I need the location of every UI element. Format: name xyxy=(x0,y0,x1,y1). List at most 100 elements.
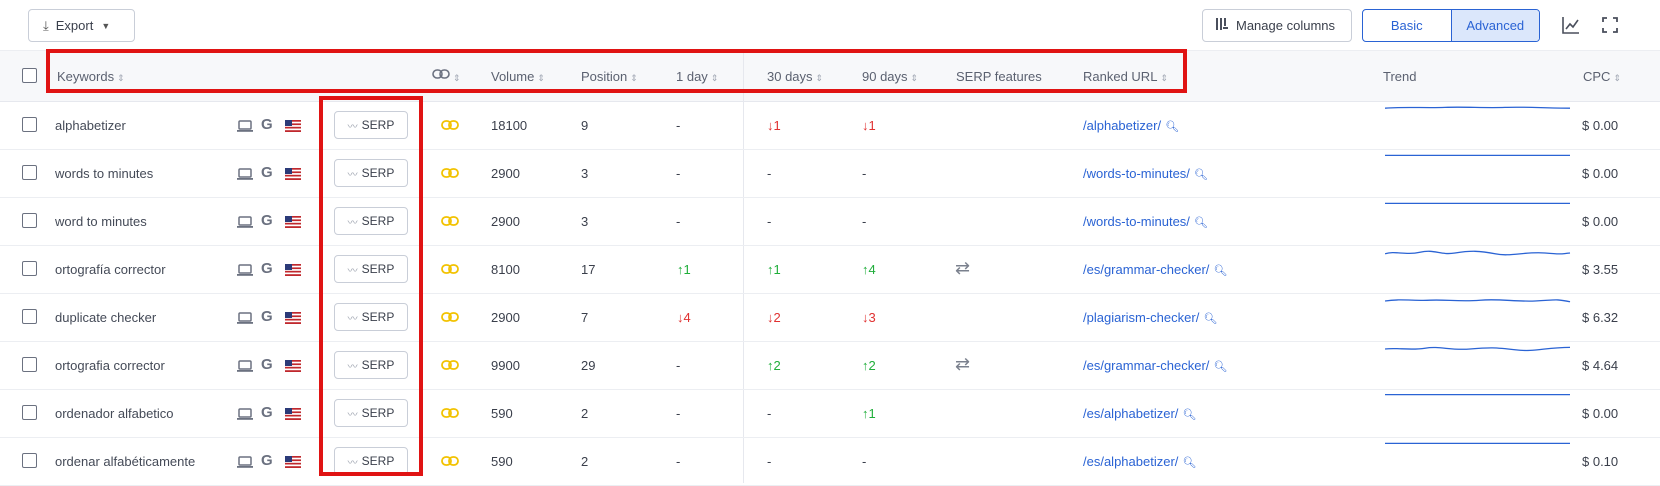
ranked-url-link[interactable]: /es/grammar-checker/🔍︎ xyxy=(1083,262,1227,277)
link-icon[interactable] xyxy=(441,358,459,376)
search-icon[interactable]: 🔍︎ xyxy=(1182,457,1196,469)
volume: 590 xyxy=(491,406,513,421)
trend-sparkline xyxy=(1385,393,1570,396)
ranked-url: /alphabetizer/ xyxy=(1083,118,1162,133)
cpc: $ 0.00 xyxy=(1582,166,1619,181)
volume: 2900 xyxy=(491,310,520,325)
chevron-down-icon: ▼ xyxy=(101,20,111,31)
position: 7 xyxy=(581,310,589,325)
serp-button[interactable]: 〰 SERP xyxy=(334,303,408,331)
serp-button[interactable]: 〰 SERP xyxy=(334,111,408,139)
serp-button-label: SERP xyxy=(361,406,395,420)
ranked-url-link[interactable]: /es/alphabetizer/🔍︎ xyxy=(1083,454,1196,469)
change-90days: ↑4 xyxy=(862,262,876,277)
link-icon[interactable] xyxy=(441,454,459,472)
search-icon[interactable]: 🔍︎ xyxy=(1194,169,1208,181)
ranked-url-link[interactable]: /es/alphabetizer/🔍︎ xyxy=(1083,406,1196,421)
ranked-url-link[interactable]: /words-to-minutes/ 🔍︎ xyxy=(1083,166,1208,181)
search-icon[interactable]: 🔍︎ xyxy=(1213,361,1227,373)
serp-button-label: SERP xyxy=(361,262,395,276)
row-checkbox[interactable] xyxy=(22,261,37,276)
ranked-url-link[interactable]: /words-to-minutes/ 🔍︎ xyxy=(1083,214,1208,229)
link-icon[interactable] xyxy=(441,214,459,232)
serp-button[interactable]: 〰 SERP xyxy=(334,351,408,379)
col-30days-label: 30 days xyxy=(767,69,813,84)
search-icon[interactable]: 🔍︎ xyxy=(1194,217,1208,229)
link-icon[interactable] xyxy=(441,118,459,136)
col-position-label: Position xyxy=(581,69,628,84)
google-icon: G xyxy=(261,404,273,421)
row-checkbox[interactable] xyxy=(22,165,37,180)
volume: 2900 xyxy=(491,214,520,229)
row-checkbox[interactable] xyxy=(22,309,37,324)
col-position[interactable]: Position ⇕ xyxy=(581,69,638,84)
fullscreen-icon[interactable] xyxy=(1600,15,1620,35)
row-checkbox[interactable] xyxy=(22,357,37,372)
trend-sparkline xyxy=(1385,442,1570,445)
col-30days[interactable]: 30 days ⇕ xyxy=(767,69,823,84)
volume: 2900 xyxy=(491,166,520,181)
keyword: alphabetizer xyxy=(55,118,126,133)
row-checkbox[interactable] xyxy=(22,405,37,420)
col-90days[interactable]: 90 days ⇕ xyxy=(862,69,918,84)
serp-chart-icon: 〰 xyxy=(347,169,358,181)
col-keywords[interactable]: Keywords ⇕ xyxy=(57,69,125,84)
keyword: ortografía corrector xyxy=(55,262,166,277)
row-checkbox[interactable] xyxy=(22,453,37,468)
change-30days: ↓2 xyxy=(767,310,781,325)
ranked-url-link[interactable]: /es/grammar-checker/🔍︎ xyxy=(1083,358,1227,373)
sort-icon: ⇕ xyxy=(815,73,824,83)
row-checkbox[interactable] xyxy=(22,117,37,132)
link-icon[interactable] xyxy=(441,166,459,184)
us-flag-icon xyxy=(285,119,301,137)
keyword: ordenador alfabetico xyxy=(55,406,174,421)
search-icon[interactable]: 🔍︎ xyxy=(1213,265,1227,277)
col-1day-label: 1 day xyxy=(676,69,708,84)
search-icon[interactable]: 🔍︎ xyxy=(1182,409,1196,421)
volume: 590 xyxy=(491,454,513,469)
link-icon[interactable] xyxy=(441,406,459,424)
ranked-url: /es/grammar-checker/ xyxy=(1083,262,1210,277)
export-button[interactable]: ⤓ Export ▼ xyxy=(28,9,135,42)
serp-button[interactable]: 〰 SERP xyxy=(334,255,408,283)
us-flag-icon xyxy=(285,359,301,377)
change-30days: - xyxy=(767,406,772,421)
serp-button[interactable]: 〰 SERP xyxy=(334,207,408,235)
position: 17 xyxy=(581,262,596,277)
manage-columns-button[interactable]: Manage columns xyxy=(1202,9,1352,42)
serp-button[interactable]: 〰 SERP xyxy=(334,447,408,475)
col-1day[interactable]: 1 day ⇕ xyxy=(676,69,718,84)
serp-button-label: SERP xyxy=(361,118,395,132)
serp-button[interactable]: 〰 SERP xyxy=(334,399,408,427)
row-checkbox[interactable] xyxy=(22,213,37,228)
desktop-icon xyxy=(237,215,253,233)
trend-sparkline xyxy=(1385,299,1571,303)
col-link[interactable]: ⇕ xyxy=(432,67,461,84)
serp-chart-icon: 〰 xyxy=(347,361,358,373)
serp-chart-icon: 〰 xyxy=(347,313,358,325)
col-ranked-url[interactable]: Ranked URL ⇕ xyxy=(1083,69,1168,84)
view-basic-button[interactable]: Basic xyxy=(1363,10,1451,41)
search-icon[interactable]: 🔍︎ xyxy=(1165,121,1179,133)
col-volume[interactable]: Volume ⇕ xyxy=(491,69,545,84)
link-icon[interactable] xyxy=(441,310,459,328)
link-icon[interactable] xyxy=(441,262,459,280)
view-advanced-button[interactable]: Advanced xyxy=(1450,10,1539,41)
select-all-checkbox[interactable] xyxy=(22,68,37,83)
serp-button[interactable]: 〰 SERP xyxy=(334,159,408,187)
ranked-url-link[interactable]: /plagiarism-checker/🔍︎ xyxy=(1083,310,1217,325)
google-icon: G xyxy=(261,164,273,181)
ranked-url-link[interactable]: /alphabetizer/🔍︎ xyxy=(1083,118,1179,133)
ranked-url: /plagiarism-checker/ xyxy=(1083,310,1200,325)
position: 9 xyxy=(581,118,589,133)
serp-chart-icon: 〰 xyxy=(347,265,358,277)
serp-feature-icon[interactable]: ⇄ xyxy=(955,258,970,279)
trend-sparkline xyxy=(1385,346,1571,352)
volume: 18100 xyxy=(491,118,528,133)
serp-feature-icon[interactable]: ⇄ xyxy=(955,354,970,375)
export-label: Export xyxy=(55,18,94,33)
search-icon[interactable]: 🔍︎ xyxy=(1203,313,1217,325)
col-cpc[interactable]: CPC ⇕ xyxy=(1583,69,1621,84)
sort-icon: ⇕ xyxy=(453,73,461,83)
chart-icon[interactable] xyxy=(1561,15,1581,35)
